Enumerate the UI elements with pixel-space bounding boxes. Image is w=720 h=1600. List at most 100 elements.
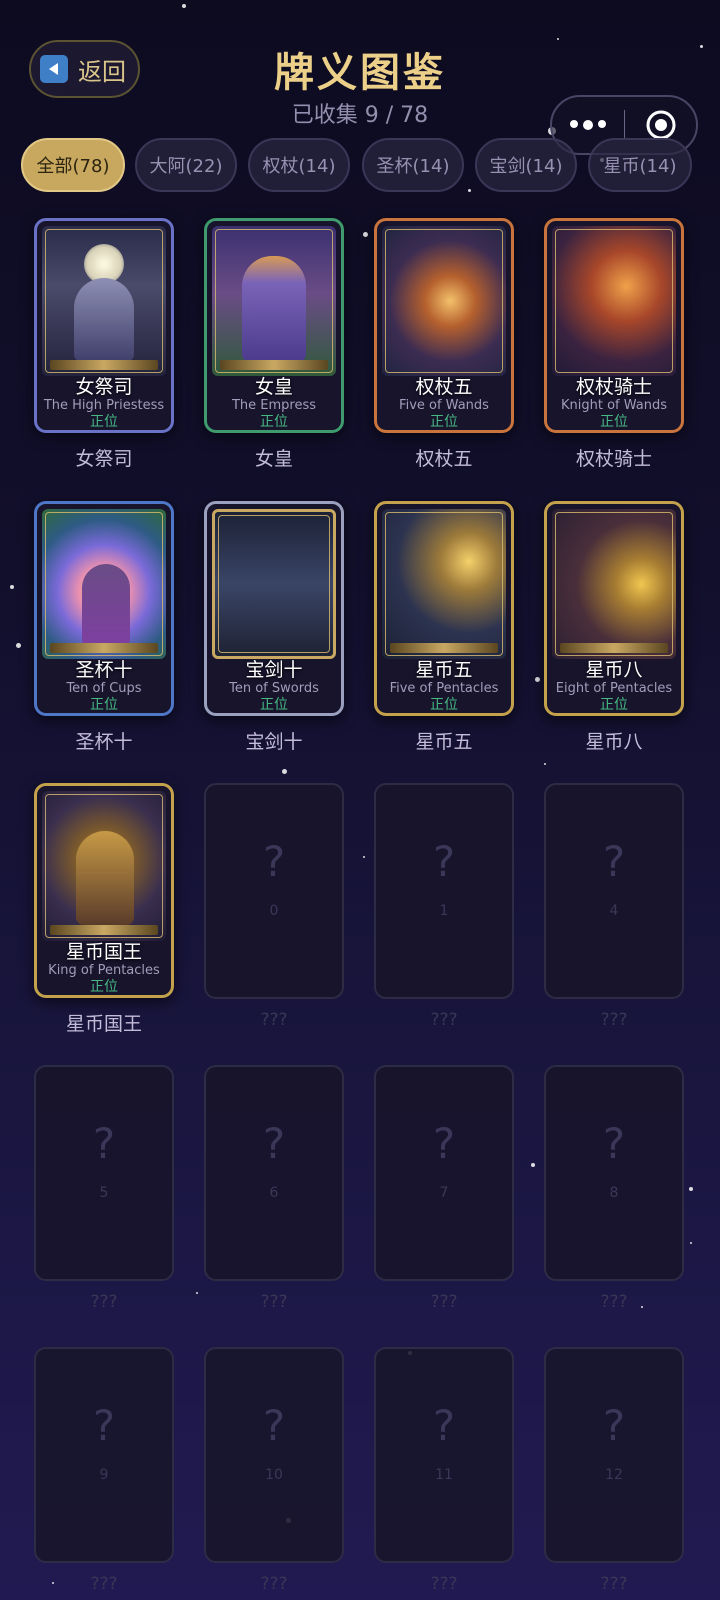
card-tile[interactable]: 权杖五 Five of Wands 正位 权杖五 bbox=[374, 218, 516, 471]
tarot-card[interactable]: 星币国王 King of Pentacles 正位 bbox=[34, 783, 174, 998]
question-mark-icon: ? bbox=[432, 1119, 456, 1168]
locked-card[interactable]: ? 1 bbox=[374, 783, 514, 999]
locked-card[interactable]: ? 10 bbox=[204, 1347, 344, 1563]
card-art bbox=[42, 791, 166, 941]
card-name-en: Five of Wands bbox=[399, 398, 489, 413]
card-tile[interactable]: 星币国王 King of Pentacles 正位 星币国王 bbox=[34, 783, 176, 1036]
card-art bbox=[212, 226, 336, 376]
tarot-card[interactable]: 权杖骑士 Knight of Wands 正位 bbox=[544, 218, 684, 433]
card-name-cn: 权杖五 bbox=[415, 376, 473, 398]
category-tabs: 全部(78) 大阿(22) 权杖(14) 圣杯(14) 宝剑(14) 星币(14… bbox=[21, 138, 720, 192]
card-name-en: The High Priestess bbox=[43, 398, 165, 413]
card-tile[interactable]: 圣杯十 Ten of Cups 正位 圣杯十 bbox=[34, 501, 176, 754]
question-mark-icon: ? bbox=[432, 1401, 456, 1450]
tab-cups[interactable]: 圣杯(14) bbox=[362, 138, 464, 192]
locked-card-tile[interactable]: ? 9 ??? bbox=[34, 1347, 176, 1594]
question-mark-icon: ? bbox=[432, 837, 456, 886]
card-number: 11 bbox=[435, 1467, 453, 1483]
tarot-card[interactable]: 宝剑十 Ten of Swords 正位 bbox=[204, 501, 344, 716]
card-tile[interactable]: 权杖骑士 Knight of Wands 正位 权杖骑士 bbox=[544, 218, 686, 471]
locked-card[interactable]: ? 7 bbox=[374, 1065, 514, 1281]
target-circle-icon[interactable] bbox=[625, 109, 696, 141]
card-caption: 女祭司 bbox=[75, 448, 133, 470]
card-name-cn: 女祭司 bbox=[75, 376, 133, 398]
card-tile[interactable]: 宝剑十 Ten of Swords 正位 宝剑十 bbox=[204, 501, 346, 754]
tarot-card[interactable]: 星币五 Five of Pentacles 正位 bbox=[374, 501, 514, 716]
locked-card-tile[interactable]: ? 5 ??? bbox=[34, 1065, 176, 1312]
locked-card-tile[interactable]: ? 12 ??? bbox=[544, 1347, 686, 1594]
card-orientation: 正位 bbox=[90, 979, 118, 995]
question-mark-icon: ? bbox=[92, 1119, 116, 1168]
card-orientation: 正位 bbox=[600, 414, 628, 430]
locked-card[interactable]: ? 6 bbox=[204, 1065, 344, 1281]
card-caption: ??? bbox=[260, 1574, 288, 1594]
card-number: 8 bbox=[609, 1185, 619, 1201]
locked-card[interactable]: ? 4 bbox=[544, 783, 684, 999]
tab-pentacles[interactable]: 星币(14) bbox=[588, 138, 692, 192]
locked-card[interactable]: ? 12 bbox=[544, 1347, 684, 1563]
locked-card[interactable]: ? 11 bbox=[374, 1347, 514, 1563]
card-caption: 女皇 bbox=[254, 448, 293, 470]
card-number: 5 bbox=[99, 1185, 109, 1201]
question-mark-icon: ? bbox=[92, 1401, 116, 1450]
locked-card-tile[interactable]: ? 0 ??? bbox=[204, 783, 346, 1030]
locked-card-tile[interactable]: ? 1 ??? bbox=[374, 783, 516, 1030]
card-caption: ??? bbox=[600, 1574, 628, 1594]
card-art bbox=[42, 226, 166, 376]
card-name-cn: 权杖骑士 bbox=[575, 376, 652, 398]
locked-card[interactable]: ? 5 bbox=[34, 1065, 174, 1281]
tab-major-arcana[interactable]: 大阿(22) bbox=[135, 138, 237, 192]
card-tile[interactable]: 星币五 Five of Pentacles 正位 星币五 bbox=[374, 501, 516, 754]
card-name-cn: 星币国王 bbox=[65, 941, 142, 963]
question-mark-icon: ? bbox=[262, 837, 286, 886]
card-orientation: 正位 bbox=[90, 414, 118, 430]
card-caption: ??? bbox=[260, 1010, 288, 1030]
card-orientation: 正位 bbox=[430, 414, 458, 430]
locked-card-tile[interactable]: ? 4 ??? bbox=[544, 783, 686, 1030]
card-name-en: Eight of Pentacles bbox=[555, 681, 673, 696]
locked-card-tile[interactable]: ? 7 ??? bbox=[374, 1065, 516, 1312]
tab-all[interactable]: 全部(78) bbox=[21, 138, 125, 192]
card-name-en: The Empress bbox=[231, 398, 317, 413]
locked-card[interactable]: ? 8 bbox=[544, 1065, 684, 1281]
card-tile[interactable]: 女祭司 The High Priestess 正位 女祭司 bbox=[34, 218, 176, 471]
card-caption: 权杖骑士 bbox=[575, 448, 652, 470]
card-number: 12 bbox=[605, 1467, 623, 1483]
tarot-card[interactable]: 女祭司 The High Priestess 正位 bbox=[34, 218, 174, 433]
card-caption: ??? bbox=[600, 1292, 628, 1312]
card-name-en: Knight of Wands bbox=[560, 398, 667, 413]
tab-wands[interactable]: 权杖(14) bbox=[248, 138, 350, 192]
locked-card[interactable]: ? 0 bbox=[204, 783, 344, 999]
tab-swords[interactable]: 宝剑(14) bbox=[475, 138, 577, 192]
question-mark-icon: ? bbox=[602, 1401, 626, 1450]
locked-card-tile[interactable]: ? 6 ??? bbox=[204, 1065, 346, 1312]
card-number: 6 bbox=[269, 1185, 279, 1201]
locked-card[interactable]: ? 9 bbox=[34, 1347, 174, 1563]
card-number: 10 bbox=[265, 1467, 283, 1483]
card-art bbox=[382, 509, 506, 659]
locked-card-tile[interactable]: ? 11 ??? bbox=[374, 1347, 516, 1594]
card-name-cn: 圣杯十 bbox=[75, 659, 133, 681]
question-mark-icon: ? bbox=[262, 1401, 286, 1450]
more-dots-icon[interactable] bbox=[552, 120, 624, 130]
tarot-card[interactable]: 女皇 The Empress 正位 bbox=[204, 218, 344, 433]
question-mark-icon: ? bbox=[602, 837, 626, 886]
card-orientation: 正位 bbox=[430, 697, 458, 713]
card-number: 0 bbox=[269, 903, 279, 919]
card-name-cn: 星币五 bbox=[415, 659, 473, 681]
card-tile[interactable]: 女皇 The Empress 正位 女皇 bbox=[204, 218, 346, 471]
card-tile[interactable]: 星币八 Eight of Pentacles 正位 星币八 bbox=[544, 501, 686, 754]
card-name-en: King of Pentacles bbox=[48, 963, 160, 978]
card-caption: ??? bbox=[600, 1010, 628, 1030]
tarot-card[interactable]: 圣杯十 Ten of Cups 正位 bbox=[34, 501, 174, 716]
card-orientation: 正位 bbox=[260, 697, 288, 713]
card-art bbox=[552, 226, 676, 376]
card-caption: 权杖五 bbox=[415, 448, 473, 470]
locked-card-tile[interactable]: ? 10 ??? bbox=[204, 1347, 346, 1594]
locked-card-tile[interactable]: ? 8 ??? bbox=[544, 1065, 686, 1312]
card-orientation: 正位 bbox=[600, 697, 628, 713]
card-caption: 圣杯十 bbox=[75, 731, 133, 753]
tarot-card[interactable]: 权杖五 Five of Wands 正位 bbox=[374, 218, 514, 433]
tarot-card[interactable]: 星币八 Eight of Pentacles 正位 bbox=[544, 501, 684, 716]
card-caption: ??? bbox=[90, 1292, 118, 1312]
